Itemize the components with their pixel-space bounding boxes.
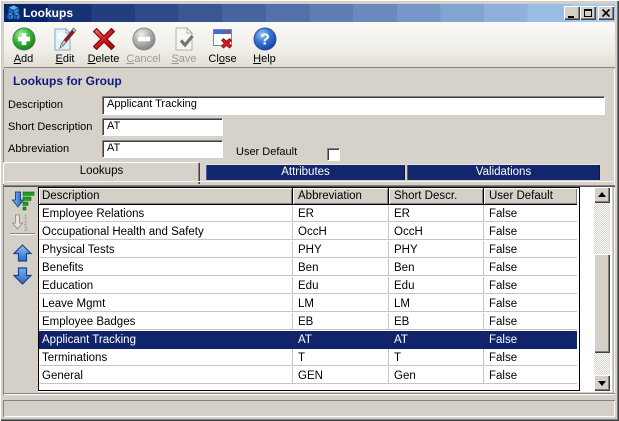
svg-text:?: ?	[260, 32, 270, 49]
